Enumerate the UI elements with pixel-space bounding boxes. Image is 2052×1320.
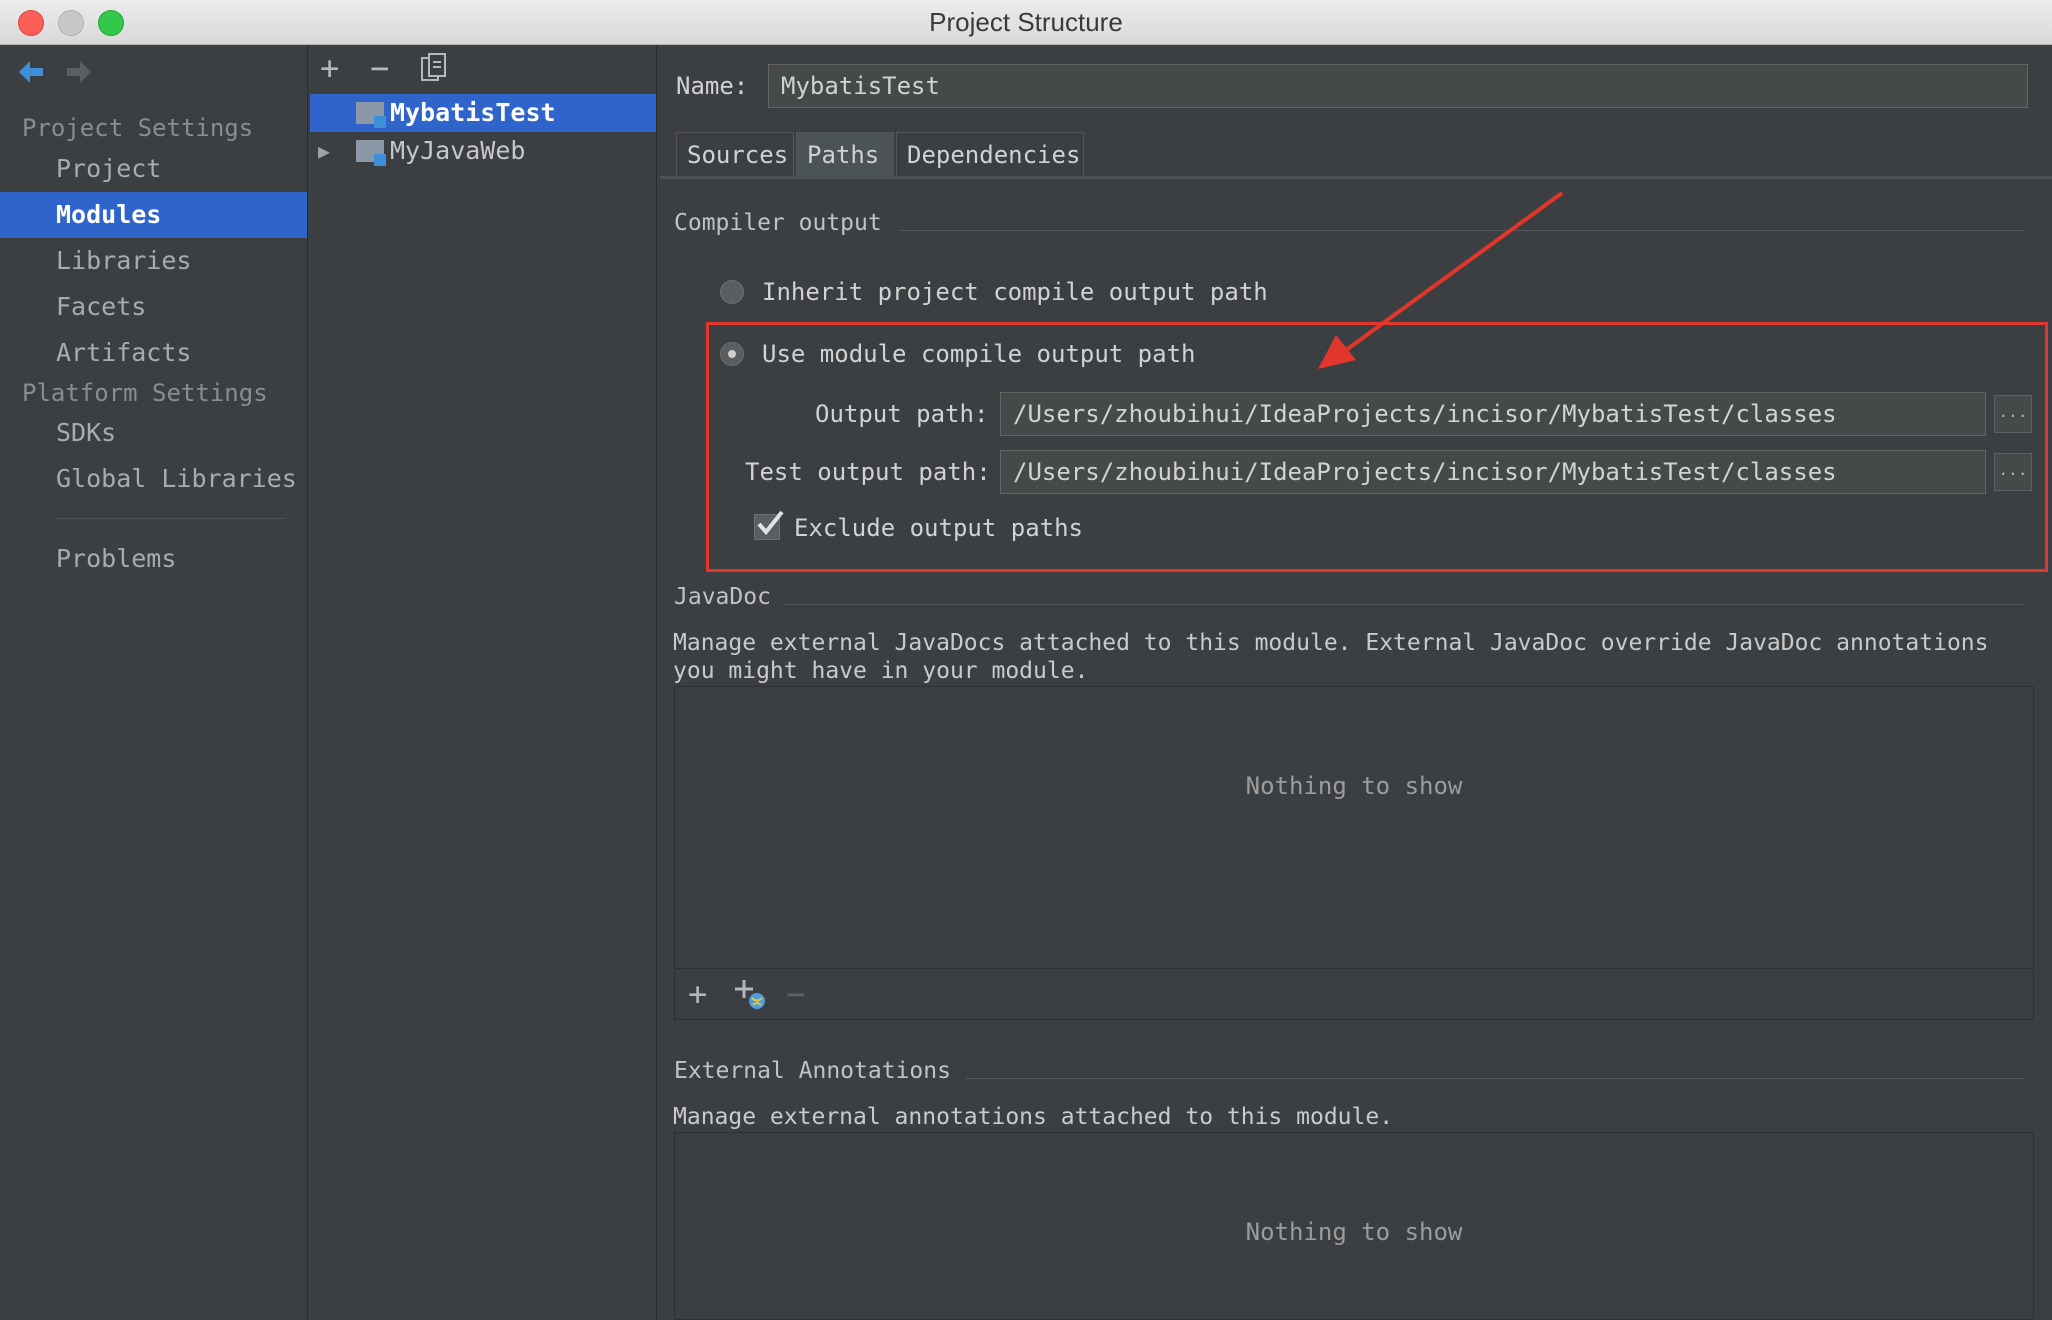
- compiler-output-header: Compiler output: [674, 210, 882, 236]
- back-arrow-icon[interactable]: [16, 58, 46, 90]
- javadoc-description-line2: you might have in your module.: [673, 658, 1089, 684]
- javadoc-list[interactable]: [674, 686, 2034, 1020]
- annotation-arrow-icon: [1318, 191, 1564, 369]
- sidebar-item-artifacts[interactable]: Artifacts: [0, 330, 307, 376]
- modules-tree-panel: [308, 45, 657, 1320]
- add-javadoc-url-icon[interactable]: [734, 976, 768, 1016]
- inherit-path-label: Inherit project compile output path: [762, 278, 1268, 306]
- tab-paths[interactable]: Paths: [796, 132, 894, 176]
- sidebar-item-facets[interactable]: Facets: [0, 284, 307, 330]
- sidebar-item-problems[interactable]: Problems: [0, 536, 307, 582]
- copy-module-icon[interactable]: [420, 52, 448, 88]
- sidebar-item-global-libraries[interactable]: Global Libraries: [0, 456, 307, 502]
- javadoc-empty-text: Nothing to show: [1245, 772, 1463, 800]
- platform-settings-header: Platform Settings: [22, 379, 268, 407]
- section-divider: [784, 604, 2024, 605]
- sidebar-item-modules[interactable]: Modules: [0, 192, 307, 238]
- section-divider: [966, 1078, 2024, 1079]
- expand-arrow-icon[interactable]: ▶: [318, 132, 330, 170]
- module-folder-icon: [356, 102, 386, 128]
- external-annotations-header: External Annotations: [674, 1058, 951, 1084]
- tab-underline: [660, 176, 2052, 179]
- inherit-path-radio[interactable]: [720, 280, 744, 304]
- name-label: Name:: [676, 72, 749, 100]
- javadoc-description-line1: Manage external JavaDocs attached to thi…: [673, 630, 1989, 656]
- add-module-button[interactable]: +: [320, 52, 339, 84]
- external-annotations-description: Manage external annotations attached to …: [673, 1104, 1394, 1130]
- add-javadoc-button[interactable]: +: [688, 978, 707, 1010]
- remove-module-button[interactable]: −: [370, 52, 389, 84]
- external-annotations-empty-text: Nothing to show: [1245, 1218, 1463, 1246]
- module-name-field[interactable]: MybatisTest: [768, 64, 2028, 108]
- module-folder-icon: [356, 140, 386, 166]
- javadoc-header: JavaDoc: [674, 584, 771, 610]
- project-settings-header: Project Settings: [22, 114, 254, 142]
- forward-arrow-icon[interactable]: [64, 58, 94, 90]
- tree-item-myjavaweb[interactable]: ▶ MyJavaWeb: [310, 132, 656, 170]
- tree-item-mybatistest[interactable]: MybatisTest: [310, 94, 656, 132]
- list-toolbar-divider: [674, 968, 2034, 969]
- remove-javadoc-button[interactable]: −: [786, 978, 805, 1010]
- sidebar-item-project[interactable]: Project: [0, 146, 307, 192]
- tab-dependencies[interactable]: Dependencies: [896, 132, 1084, 176]
- window-title: Project Structure: [929, 7, 1123, 37]
- sidebar-divider: [56, 518, 286, 519]
- tab-sources[interactable]: Sources: [676, 132, 794, 176]
- sidebar-item-libraries[interactable]: Libraries: [0, 238, 307, 284]
- sidebar-item-sdks[interactable]: SDKs: [0, 410, 307, 456]
